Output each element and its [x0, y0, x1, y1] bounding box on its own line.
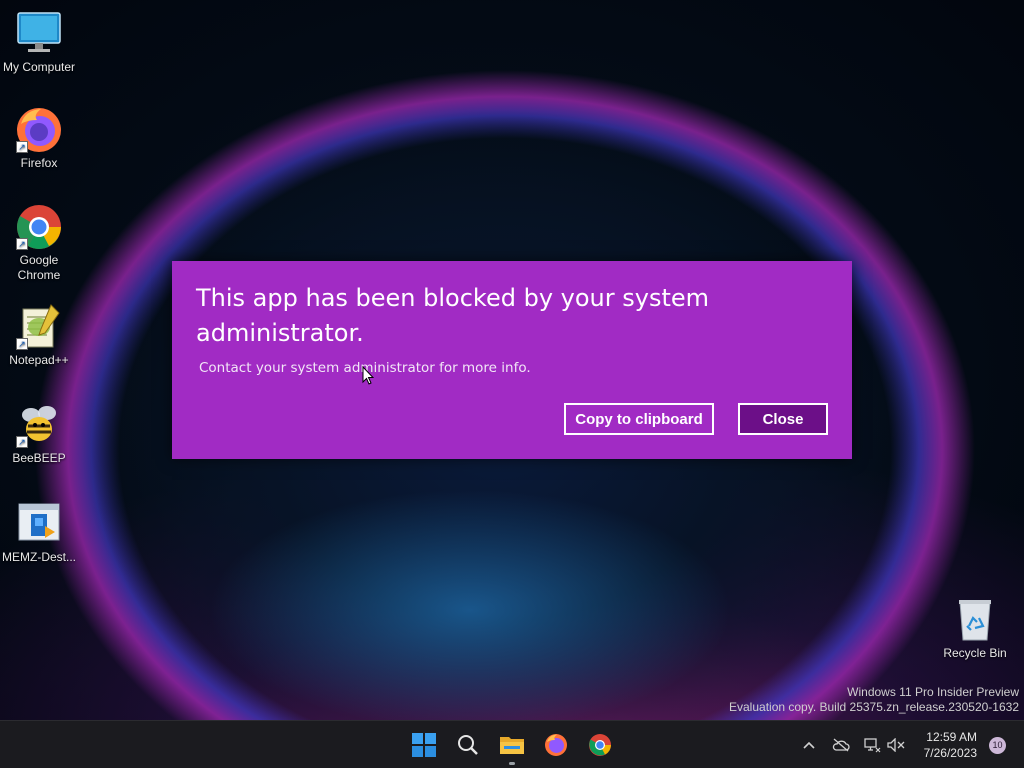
chrome-icon: ↗ — [15, 203, 63, 251]
start-button[interactable] — [408, 729, 440, 761]
taskbar: 12:59 AM 7/26/2023 10 — [0, 720, 1024, 768]
shortcut-arrow-icon: ↗ — [16, 436, 28, 448]
network-icon[interactable] — [862, 735, 882, 755]
chevron-up-icon[interactable] — [799, 735, 819, 755]
desktop-icon-label: BeeBEEP — [12, 451, 66, 465]
chrome-icon — [589, 734, 611, 756]
desktop-icon-recycle-bin[interactable]: Recycle Bin — [937, 596, 1013, 661]
bee-icon: ↗ — [15, 401, 63, 449]
taskbar-chrome[interactable] — [584, 729, 616, 761]
search-icon — [458, 735, 478, 755]
watermark-build: Evaluation copy. Build 25375.zn_release.… — [729, 700, 1019, 714]
search-button[interactable] — [452, 729, 484, 761]
desktop-icon-my-computer[interactable]: My Computer — [1, 10, 77, 75]
desktop-icon-notepadpp[interactable]: ↗ Notepad++ — [1, 303, 77, 368]
shortcut-arrow-icon: ↗ — [16, 238, 28, 250]
desktop-icon-label: Notepad++ — [9, 353, 69, 367]
close-button[interactable]: Close — [738, 403, 828, 435]
clock-time: 12:59 AM — [926, 730, 977, 744]
mouse-cursor-icon — [362, 365, 375, 386]
clock-date: 7/26/2023 — [923, 746, 977, 760]
firefox-icon: ↗ — [15, 106, 63, 154]
start-icon — [412, 733, 436, 757]
desktop-icon-google-chrome[interactable]: ↗ Google Chrome — [1, 203, 77, 283]
notification-badge[interactable]: 10 — [989, 737, 1006, 754]
desktop-icon-label: My Computer — [2, 60, 76, 74]
notepadpp-icon: ↗ — [15, 303, 63, 351]
shortcut-arrow-icon: ↗ — [16, 338, 28, 350]
volume-muted-icon[interactable] — [886, 735, 906, 755]
shortcut-arrow-icon: ↗ — [16, 141, 28, 153]
desktop-icon-label: MEMZ-Dest... — [2, 550, 76, 564]
desktop-icon-label: Firefox — [20, 156, 58, 170]
desktop-icon-label: Recycle Bin — [943, 646, 1007, 660]
desktop-icon-memz[interactable]: MEMZ-Dest... — [1, 500, 77, 565]
copy-to-clipboard-button[interactable]: Copy to clipboard — [564, 403, 714, 435]
firefox-icon — [545, 734, 567, 756]
running-indicator — [509, 762, 515, 765]
desktop-icon-firefox[interactable]: ↗ Firefox — [1, 106, 77, 171]
installer-icon — [15, 500, 63, 548]
file-explorer-icon — [500, 737, 524, 754]
taskbar-firefox[interactable] — [540, 729, 572, 761]
blocked-app-dialog: This app has been blocked by your system… — [172, 261, 852, 459]
monitor-icon — [15, 10, 63, 58]
recycle-bin-icon — [951, 596, 999, 644]
watermark-edition: Windows 11 Pro Insider Preview — [847, 685, 1019, 699]
onedrive-offline-icon[interactable] — [831, 735, 851, 755]
dialog-title: This app has been blocked by your system… — [196, 284, 710, 347]
taskbar-file-explorer[interactable] — [496, 729, 528, 765]
desktop-icon-label: Google Chrome — [17, 253, 61, 282]
desktop-icon-beebeep[interactable]: ↗ BeeBEEP — [1, 401, 77, 466]
clock[interactable]: 12:59 AM 7/26/2023 — [924, 729, 977, 761]
windows-watermark: Windows 11 Pro Insider Preview Evaluatio… — [729, 685, 1019, 715]
